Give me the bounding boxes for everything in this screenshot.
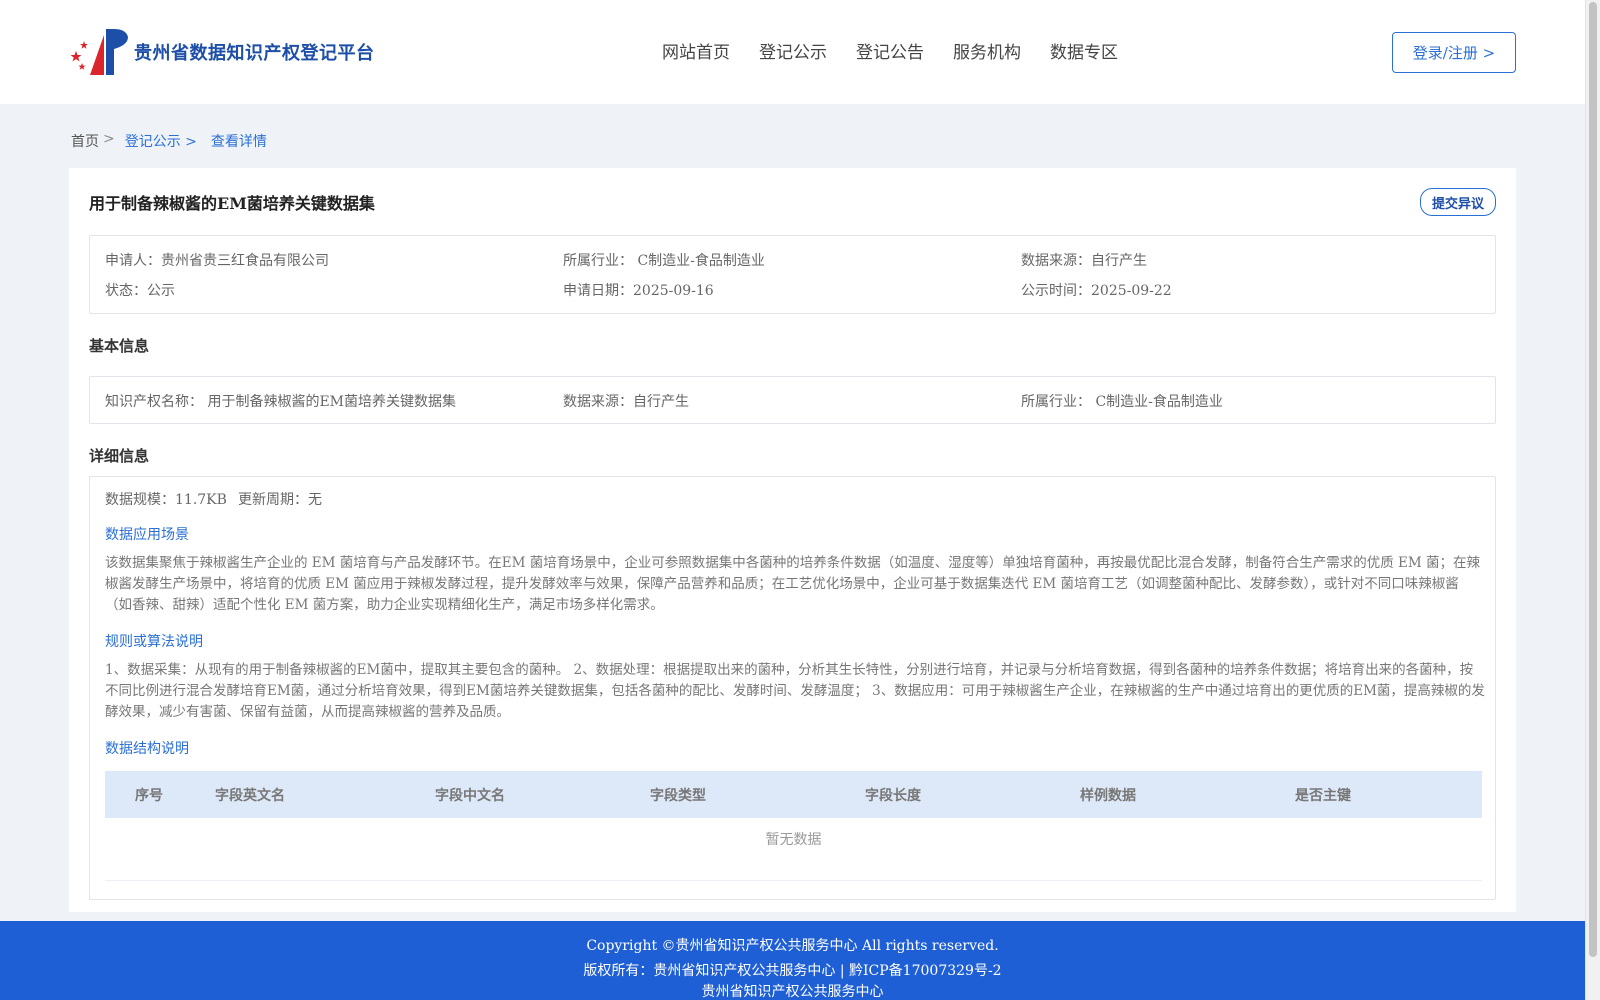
site-title: 贵州省数据知识产权登记平台 bbox=[134, 43, 375, 64]
breadcrumb: 首页 > 登记公示 > 查看详情 bbox=[71, 131, 271, 151]
site-header: 贵州省数据知识产权登记平台 网站首页 登记公示 登记公告 服务机构 数据专区 登… bbox=[0, 0, 1585, 104]
rules-algorithm-text: 1、数据采集：从现有的用于制备辣椒酱的EM菌中，提取其主要包含的菌种。 2、数据… bbox=[105, 662, 1485, 720]
apply-date: 申请日期：2025-09-16 bbox=[563, 283, 714, 299]
footer-owner: 版权所有：贵州省知识产权公共服务中心 | 黔ICP备17007329号-2 bbox=[583, 963, 1002, 979]
main-nav: 网站首页 登记公示 登记公告 服务机构 数据专区 bbox=[662, 38, 1147, 63]
rules-algorithm-title: 规则或算法说明 bbox=[105, 634, 203, 650]
th-field-cn-name: 字段中文名 bbox=[435, 788, 505, 804]
footer-org: 贵州省知识产权公共服务中心 bbox=[701, 984, 884, 1000]
basic-info-box: 知识产权名称： 用于制备辣椒酱的EM菌培养关键数据集 数据来源：自行产生 所属行… bbox=[89, 376, 1496, 424]
detail-info-title: 详细信息 bbox=[89, 447, 150, 465]
th-field-en-name: 字段英文名 bbox=[215, 788, 285, 804]
nav-home[interactable]: 网站首页 bbox=[662, 38, 730, 63]
breadcrumb-view-detail: 查看详情 bbox=[210, 134, 267, 150]
th-sample-data: 样例数据 bbox=[1080, 788, 1136, 804]
basic-data-source: 数据来源：自行产生 bbox=[563, 394, 689, 410]
page-title: 用于制备辣椒酱的EM菌培养关键数据集 bbox=[89, 194, 375, 213]
nav-registration-announcement[interactable]: 登记公告 bbox=[856, 38, 924, 63]
table-divider bbox=[105, 880, 1482, 881]
logo-emblem-icon bbox=[70, 29, 128, 75]
th-primary-key: 是否主键 bbox=[1295, 788, 1351, 804]
page-scrollbar[interactable] bbox=[1585, 0, 1600, 1000]
site-footer: Copyright ©贵州省知识产权公共服务中心 All rights rese… bbox=[0, 921, 1585, 1000]
application-scenario-title: 数据应用场景 bbox=[105, 527, 189, 543]
breadcrumb-separator: > bbox=[103, 131, 115, 147]
update-cycle: 更新周期：无 bbox=[238, 492, 322, 508]
detail-info-box: 数据规模：11.7KB 更新周期：无 数据应用场景 该数据集聚焦于辣椒酱生产企业… bbox=[89, 476, 1496, 900]
detail-card: 用于制备辣椒酱的EM菌培养关键数据集 提交异议 申请人：贵州省贵三红食品有限公司… bbox=[69, 168, 1516, 912]
nav-registration-notice[interactable]: 登记公示 bbox=[759, 38, 827, 63]
status: 状态：公示 bbox=[105, 283, 175, 299]
basic-info-title: 基本信息 bbox=[89, 337, 150, 355]
data-structure-title: 数据结构说明 bbox=[105, 741, 189, 757]
login-register-button[interactable]: 登录/注册 > bbox=[1392, 32, 1516, 73]
breadcrumb-home[interactable]: 首页 bbox=[71, 131, 99, 151]
table-empty-state: 暂无数据 bbox=[765, 832, 822, 848]
th-field-length: 字段长度 bbox=[865, 788, 921, 804]
scrollbar-thumb[interactable] bbox=[1589, 2, 1597, 957]
applicant: 申请人：贵州省贵三红食品有限公司 bbox=[105, 253, 329, 269]
breadcrumb-registration-notice[interactable]: 登记公示 > bbox=[125, 131, 197, 151]
th-field-type: 字段类型 bbox=[650, 788, 706, 804]
basic-industry: 所属行业： C制造业-食品制造业 bbox=[1021, 394, 1223, 410]
ip-name: 知识产权名称： 用于制备辣椒酱的EM菌培养关键数据集 bbox=[105, 394, 457, 410]
industry: 所属行业： C制造业-食品制造业 bbox=[563, 253, 765, 269]
th-index: 序号 bbox=[135, 788, 163, 804]
data-source: 数据来源：自行产生 bbox=[1021, 253, 1147, 269]
nav-service-agencies[interactable]: 服务机构 bbox=[953, 38, 1021, 63]
site-logo[interactable]: 贵州省数据知识产权登记平台 bbox=[70, 27, 375, 77]
nav-data-zone[interactable]: 数据专区 bbox=[1050, 38, 1118, 63]
publish-time: 公示时间：2025-09-22 bbox=[1021, 283, 1172, 299]
submit-objection-button[interactable]: 提交异议 bbox=[1420, 188, 1496, 216]
summary-box: 申请人：贵州省贵三红食品有限公司 所属行业： C制造业-食品制造业 数据来源：自… bbox=[89, 235, 1496, 314]
data-scale: 数据规模：11.7KB bbox=[105, 492, 227, 508]
data-structure-table-header: 序号 字段英文名 字段中文名 字段类型 字段长度 样例数据 是否主键 bbox=[105, 771, 1482, 818]
footer-copyright: Copyright ©贵州省知识产权公共服务中心 All rights rese… bbox=[586, 938, 999, 954]
application-scenario-text: 该数据集聚焦于辣椒酱生产企业的 EM 菌培育与产品发酵环节。在EM 菌培育场景中… bbox=[105, 555, 1480, 613]
